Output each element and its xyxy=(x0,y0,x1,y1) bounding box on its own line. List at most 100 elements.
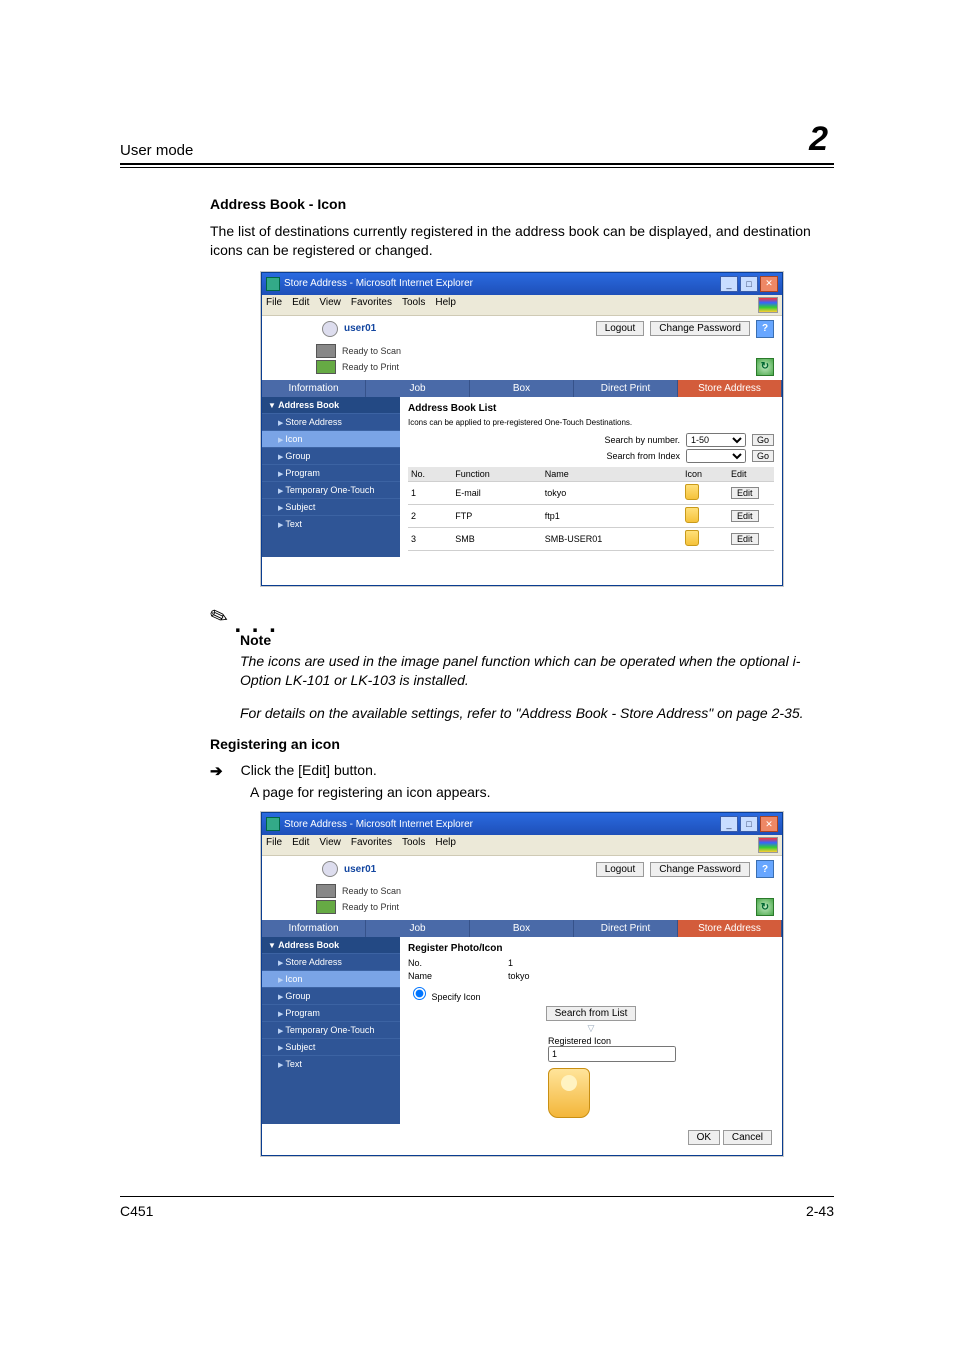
ok-button[interactable]: OK xyxy=(688,1130,720,1145)
sidebar: Address Book Store Address Icon Group Pr… xyxy=(262,397,400,557)
sidebar-item-text[interactable]: Text xyxy=(262,1055,400,1072)
sidebar-item-icon[interactable]: Icon xyxy=(262,970,400,987)
address-book-table: No. Function Name Icon Edit 1 E-mail tok… xyxy=(408,467,774,551)
printer-status-text: Ready to Print xyxy=(342,362,399,372)
help-button[interactable]: ? xyxy=(756,860,774,878)
tab-direct-print[interactable]: Direct Print xyxy=(574,920,678,937)
menu-edit[interactable]: Edit xyxy=(292,297,309,313)
tab-direct-print[interactable]: Direct Print xyxy=(574,380,678,397)
menu-bar[interactable]: File Edit View Favorites Tools Help xyxy=(262,295,782,316)
sidebar-item-text[interactable]: Text xyxy=(262,515,400,532)
sidebar-item-subject[interactable]: Subject xyxy=(262,1038,400,1055)
sidebar-item-group[interactable]: Group xyxy=(262,987,400,1004)
search-from-list-button[interactable]: Search from List xyxy=(546,1006,637,1021)
section-body: The list of destinations currently regis… xyxy=(210,222,834,260)
menu-help[interactable]: Help xyxy=(435,837,456,853)
section-heading-register: Registering an icon xyxy=(210,736,834,752)
window-titlebar[interactable]: Store Address - Microsoft Internet Explo… xyxy=(262,273,782,295)
main-heading: Register Photo/Icon xyxy=(408,943,774,954)
col-no: No. xyxy=(408,467,452,482)
maximize-button[interactable]: □ xyxy=(740,816,758,832)
menu-edit[interactable]: Edit xyxy=(292,837,309,853)
person-icon xyxy=(685,484,699,500)
go-button-number[interactable]: Go xyxy=(752,434,774,446)
col-name: Name xyxy=(542,467,682,482)
sidebar-item-program[interactable]: Program xyxy=(262,464,400,481)
edit-button[interactable]: Edit xyxy=(731,510,759,522)
go-button-index[interactable]: Go xyxy=(752,450,774,462)
printer-status-icon xyxy=(316,360,336,374)
sidebar-item-group[interactable]: Group xyxy=(262,447,400,464)
note-paragraph-2: For details on the available settings, r… xyxy=(240,704,834,723)
note-label: Note xyxy=(240,632,834,648)
scanner-status-text: Ready to Scan xyxy=(342,886,401,896)
change-password-button[interactable]: Change Password xyxy=(650,862,750,877)
cell-no: 3 xyxy=(408,527,452,550)
cell-function: FTP xyxy=(452,504,542,527)
tab-box[interactable]: Box xyxy=(470,380,574,397)
footer-page-number: 2-43 xyxy=(806,1203,834,1219)
maximize-button[interactable]: □ xyxy=(740,276,758,292)
close-button[interactable]: ✕ xyxy=(760,276,778,292)
col-edit: Edit xyxy=(728,467,774,482)
menu-view[interactable]: View xyxy=(319,297,341,313)
logout-button[interactable]: Logout xyxy=(596,321,645,336)
sidebar-item-store-address[interactable]: Store Address xyxy=(262,413,400,430)
menu-bar[interactable]: File Edit View Favorites Tools Help xyxy=(262,835,782,856)
refresh-button[interactable]: ↻ xyxy=(756,358,774,376)
sidebar-item-temporary-one-touch[interactable]: Temporary One-Touch xyxy=(262,481,400,498)
no-value: 1 xyxy=(508,958,513,968)
tab-box[interactable]: Box xyxy=(470,920,574,937)
sidebar-item-program[interactable]: Program xyxy=(262,1004,400,1021)
sidebar-group-address-book[interactable]: Address Book xyxy=(262,397,400,413)
ie-logo-icon xyxy=(266,817,280,831)
chapter-number: 2 xyxy=(803,120,834,159)
menu-view[interactable]: View xyxy=(319,837,341,853)
specify-icon-radio[interactable] xyxy=(413,987,426,1000)
edit-button[interactable]: Edit xyxy=(731,533,759,545)
logout-button[interactable]: Logout xyxy=(596,862,645,877)
cell-function: E-mail xyxy=(452,481,542,504)
menu-file[interactable]: File xyxy=(266,837,282,853)
sidebar-group-address-book[interactable]: Address Book xyxy=(262,937,400,953)
registered-icon-label: Registered Icon xyxy=(548,1036,774,1046)
window-title: Store Address - Microsoft Internet Explo… xyxy=(284,278,720,289)
tab-job[interactable]: Job xyxy=(366,380,470,397)
minimize-button[interactable]: _ xyxy=(720,276,738,292)
cell-name: SMB-USER01 xyxy=(542,527,682,550)
refresh-button[interactable]: ↻ xyxy=(756,898,774,916)
dropdown-marker-icon: ▽ xyxy=(408,1023,774,1034)
edit-button[interactable]: Edit xyxy=(731,487,759,499)
minimize-button[interactable]: _ xyxy=(720,816,738,832)
tab-store-address[interactable]: Store Address xyxy=(678,380,782,397)
table-row: 3 SMB SMB-USER01 Edit xyxy=(408,527,774,550)
registered-icon-input[interactable] xyxy=(548,1046,676,1062)
tab-job[interactable]: Job xyxy=(366,920,470,937)
sidebar-item-subject[interactable]: Subject xyxy=(262,498,400,515)
step-text: Click the [Edit] button. xyxy=(241,762,377,780)
scanner-status-text: Ready to Scan xyxy=(342,346,401,356)
sidebar-item-icon[interactable]: Icon xyxy=(262,430,400,447)
menu-favorites[interactable]: Favorites xyxy=(351,297,392,313)
change-password-button[interactable]: Change Password xyxy=(650,321,750,336)
sidebar-item-store-address[interactable]: Store Address xyxy=(262,953,400,970)
menu-help[interactable]: Help xyxy=(435,297,456,313)
help-button[interactable]: ? xyxy=(756,320,774,338)
search-index-select[interactable] xyxy=(686,449,746,463)
menu-file[interactable]: File xyxy=(266,297,282,313)
window-title: Store Address - Microsoft Internet Explo… xyxy=(284,819,720,830)
arrow-icon: ➔ xyxy=(210,762,223,780)
tab-information[interactable]: Information xyxy=(262,380,366,397)
tab-information[interactable]: Information xyxy=(262,920,366,937)
cancel-button[interactable]: Cancel xyxy=(723,1130,772,1145)
window-titlebar[interactable]: Store Address - Microsoft Internet Explo… xyxy=(262,813,782,835)
tab-store-address[interactable]: Store Address xyxy=(678,920,782,937)
menu-tools[interactable]: Tools xyxy=(402,297,425,313)
menu-tools[interactable]: Tools xyxy=(402,837,425,853)
user-label: user01 xyxy=(344,323,376,334)
close-button[interactable]: ✕ xyxy=(760,816,778,832)
sidebar-item-temporary-one-touch[interactable]: Temporary One-Touch xyxy=(262,1021,400,1038)
menu-favorites[interactable]: Favorites xyxy=(351,837,392,853)
registered-person-icon xyxy=(548,1068,590,1118)
search-number-select[interactable]: 1-50 xyxy=(686,433,746,447)
